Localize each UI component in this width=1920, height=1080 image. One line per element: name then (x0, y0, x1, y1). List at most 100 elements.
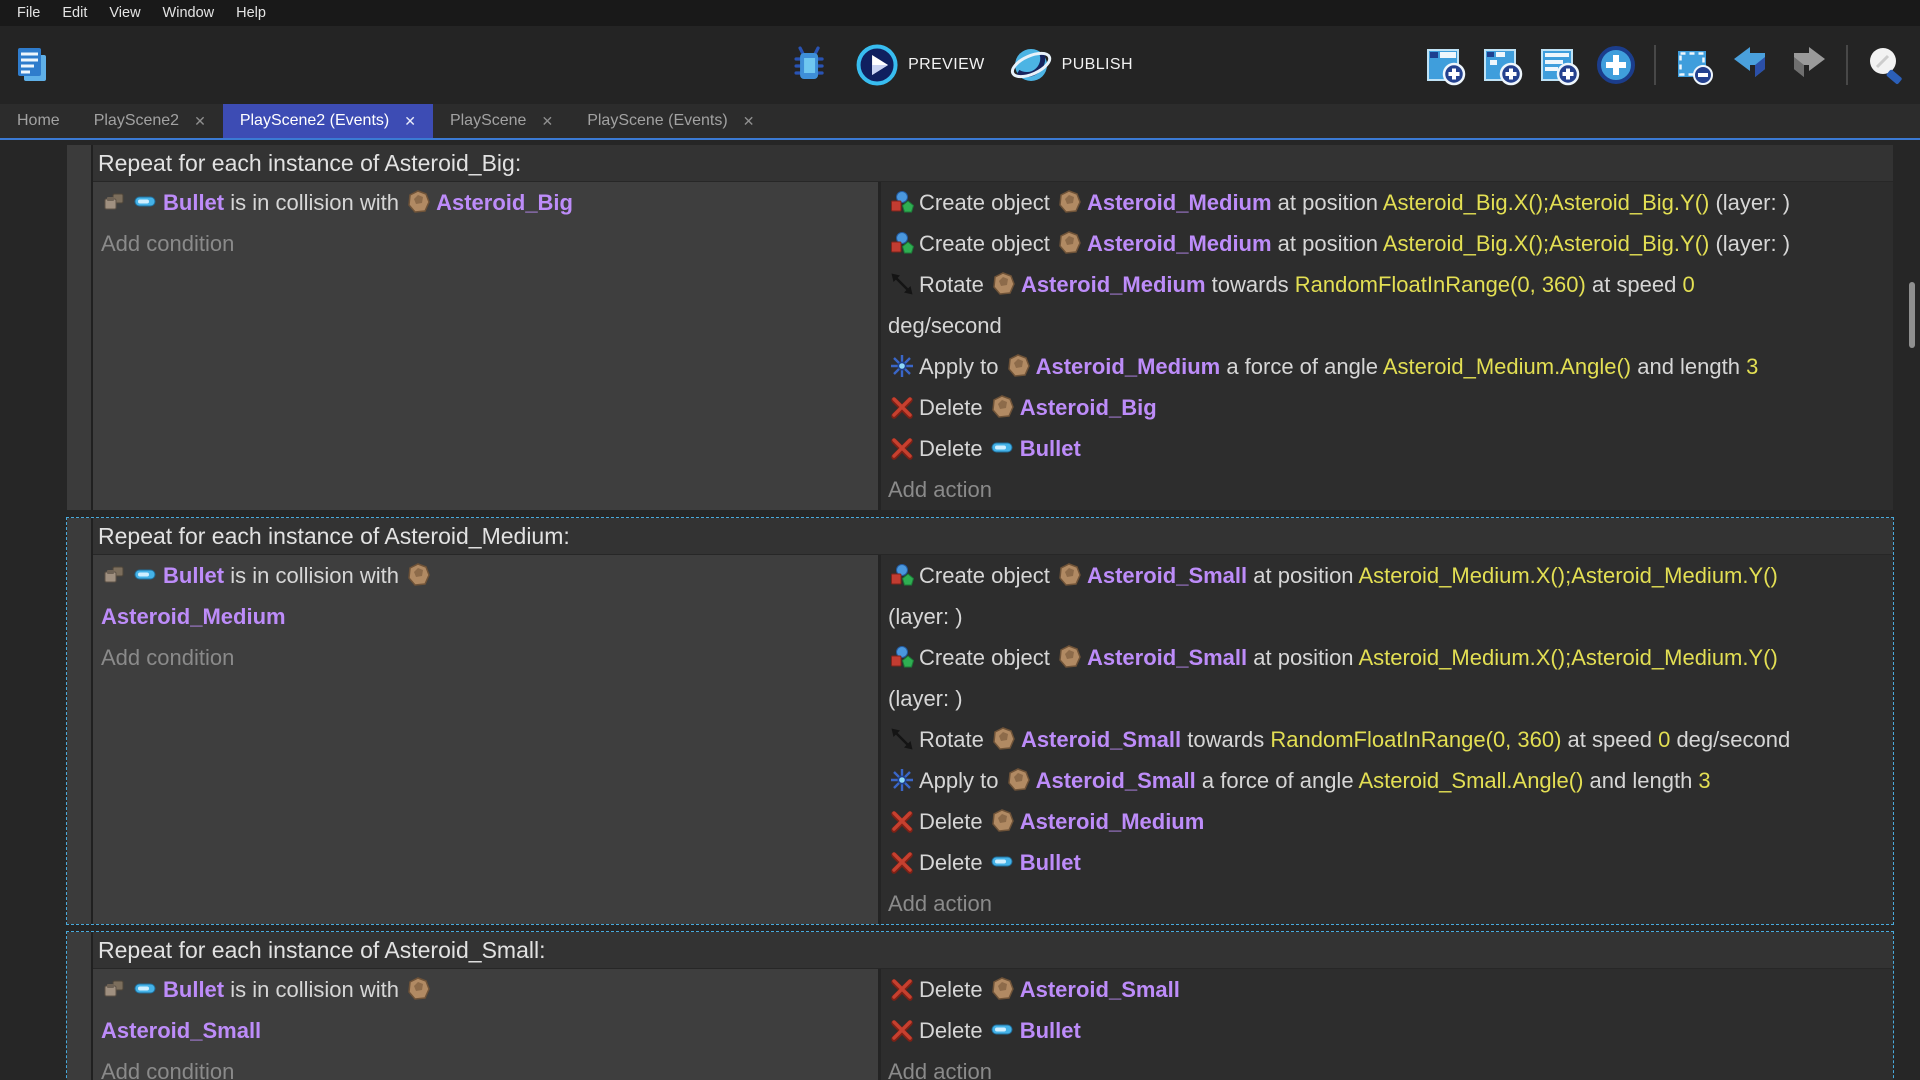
tab-label: PlayScene2 (Events) (240, 112, 389, 130)
add-event-icon (1423, 43, 1467, 87)
action-line: Create object Asteroid_Medium at positio… (888, 182, 1893, 223)
action-row[interactable]: Create object Asteroid_Medium at positio… (888, 182, 1893, 223)
action-row[interactable]: Rotate Asteroid_Small towards RandomFloa… (888, 719, 1893, 760)
action-row[interactable]: Apply to Asteroid_Medium a force of angl… (888, 346, 1893, 387)
events-sheet: Repeat for each instance of Asteroid_Big… (0, 140, 1920, 1080)
condition-row[interactable]: Bullet is in collision with Asteroid_Sma… (101, 969, 878, 1051)
menu-item-edit[interactable]: Edit (51, 0, 98, 26)
event-block[interactable]: Repeat for each instance of Asteroid_Big… (66, 144, 1894, 511)
preview-play-icon (855, 43, 899, 87)
placeholder-label: Add condition (101, 223, 878, 264)
event-drag-handle[interactable] (67, 145, 93, 510)
asteroid-icon (1057, 562, 1083, 588)
action-row[interactable]: Create object Asteroid_Medium at positio… (888, 223, 1893, 264)
condition-row[interactable]: Bullet is in collision with Asteroid_Med… (101, 555, 878, 637)
toolbar-separator (1846, 45, 1848, 85)
asteroid-icon (990, 394, 1016, 420)
add-comment-button[interactable] (1537, 43, 1581, 87)
action-row[interactable]: Delete Bullet (888, 428, 1893, 469)
action-row[interactable]: Delete Bullet (888, 1010, 1893, 1051)
tab-playscene[interactable]: PlayScene✕ (433, 104, 570, 138)
object-name: Asteroid_Small (1087, 645, 1247, 670)
tab-close-icon[interactable]: ✕ (404, 113, 416, 130)
tab-playscene-events[interactable]: PlayScene (Events)✕ (570, 104, 771, 138)
condition-row[interactable]: Bullet is in collision with Asteroid_Big (101, 182, 878, 223)
event-header[interactable]: Repeat for each instance of Asteroid_Med… (93, 518, 1893, 555)
object-name: Asteroid_Small (1036, 768, 1196, 793)
redo-icon (1786, 43, 1830, 87)
tab-close-icon[interactable]: ✕ (541, 113, 553, 130)
action-row[interactable]: Create object Asteroid_Small at position… (888, 555, 1893, 637)
add-action-button[interactable]: Add action (888, 1051, 1893, 1080)
plain-text: Create object (919, 645, 1056, 670)
event-header[interactable]: Repeat for each instance of Asteroid_Sma… (93, 932, 1893, 969)
preview-label: PREVIEW (908, 56, 985, 74)
redo-button[interactable] (1786, 43, 1830, 87)
menu-item-window[interactable]: Window (152, 0, 226, 26)
menu-item-view[interactable]: View (98, 0, 151, 26)
add-action-button[interactable]: Add action (888, 883, 1893, 924)
object-name: Asteroid_Big (1020, 395, 1157, 420)
add-condition-button[interactable]: Add condition (101, 1051, 878, 1080)
project-manager-icon (10, 43, 54, 87)
add-subevent-button[interactable] (1480, 43, 1524, 87)
add-condition-button[interactable]: Add condition (101, 223, 878, 264)
action-line: Delete Bullet (888, 842, 1893, 883)
action-row[interactable]: Delete Asteroid_Medium (888, 801, 1893, 842)
action-row[interactable]: Apply to Asteroid_Small a force of angle… (888, 760, 1893, 801)
choose-add-event-button[interactable] (1594, 43, 1638, 87)
event-drag-handle[interactable] (67, 518, 93, 924)
tab-playscene2-events[interactable]: PlayScene2 (Events) ✕ (223, 104, 433, 138)
tab-label: Home (17, 112, 60, 130)
action-line: Delete Bullet (888, 428, 1893, 469)
object-name: Bullet (1020, 850, 1081, 875)
tab-playscene2[interactable]: PlayScene2✕ (77, 104, 223, 138)
action-line: Delete Bullet (888, 1010, 1893, 1051)
event-main: Repeat for each instance of Asteroid_Sma… (93, 932, 1893, 1080)
menu-item-file[interactable]: File (6, 0, 51, 26)
asteroid-icon (1006, 353, 1032, 379)
preview-button[interactable]: PREVIEW (855, 43, 985, 87)
event-body: Bullet is in collision with Asteroid_Med… (93, 555, 1893, 924)
bullet-icon (990, 435, 1016, 461)
add-event-button[interactable] (1423, 43, 1467, 87)
event-header[interactable]: Repeat for each instance of Asteroid_Big… (93, 145, 1893, 182)
event-block[interactable]: Repeat for each instance of Asteroid_Med… (66, 517, 1894, 925)
debug-button[interactable] (787, 43, 831, 87)
action-row[interactable]: Delete Bullet (888, 842, 1893, 883)
add-condition-button[interactable]: Add condition (101, 637, 878, 678)
tab-close-icon[interactable]: ✕ (743, 113, 755, 130)
expression: 3 (1746, 354, 1758, 379)
event-drag-handle[interactable] (67, 932, 93, 1080)
object-name: Bullet (1020, 436, 1081, 461)
asteroid-icon (1057, 230, 1083, 256)
create-object-icon (889, 644, 915, 670)
plain-text: towards (1206, 272, 1295, 297)
scrollbar-thumb[interactable] (1909, 282, 1915, 348)
action-row[interactable]: Create object Asteroid_Small at position… (888, 637, 1893, 719)
conditions-column: Bullet is in collision with Asteroid_Sma… (93, 969, 881, 1080)
add-action-button[interactable]: Add action (888, 469, 1893, 510)
object-name: Asteroid_Small (1087, 563, 1247, 588)
delete-icon (889, 808, 915, 834)
action-row[interactable]: Delete Asteroid_Big (888, 387, 1893, 428)
search-button[interactable] (1864, 43, 1908, 87)
expression: Asteroid_Medium.Angle() (1383, 354, 1631, 379)
publish-button[interactable]: PUBLISH (1009, 43, 1133, 87)
action-row[interactable]: Delete Asteroid_Small (888, 969, 1893, 1010)
delete-selected-button[interactable] (1672, 43, 1716, 87)
object-name: Asteroid_Medium (1036, 354, 1221, 379)
tab-home[interactable]: Home (0, 104, 77, 138)
project-manager-button[interactable] (10, 43, 54, 87)
action-row[interactable]: Rotate Asteroid_Medium towards RandomFlo… (888, 264, 1893, 346)
condition-line: Asteroid_Medium (101, 596, 878, 637)
tab-close-icon[interactable]: ✕ (194, 113, 206, 130)
event-block[interactable]: Repeat for each instance of Asteroid_Sma… (66, 931, 1894, 1080)
menu-item-help[interactable]: Help (225, 0, 277, 26)
collision-icon (102, 189, 128, 215)
bullet-icon (133, 189, 159, 215)
plain-text: Delete (919, 1018, 989, 1043)
undo-button[interactable] (1729, 43, 1773, 87)
expression: Asteroid_Medium.X();Asteroid_Medium.Y() (1358, 563, 1777, 588)
create-object-icon (889, 189, 915, 215)
